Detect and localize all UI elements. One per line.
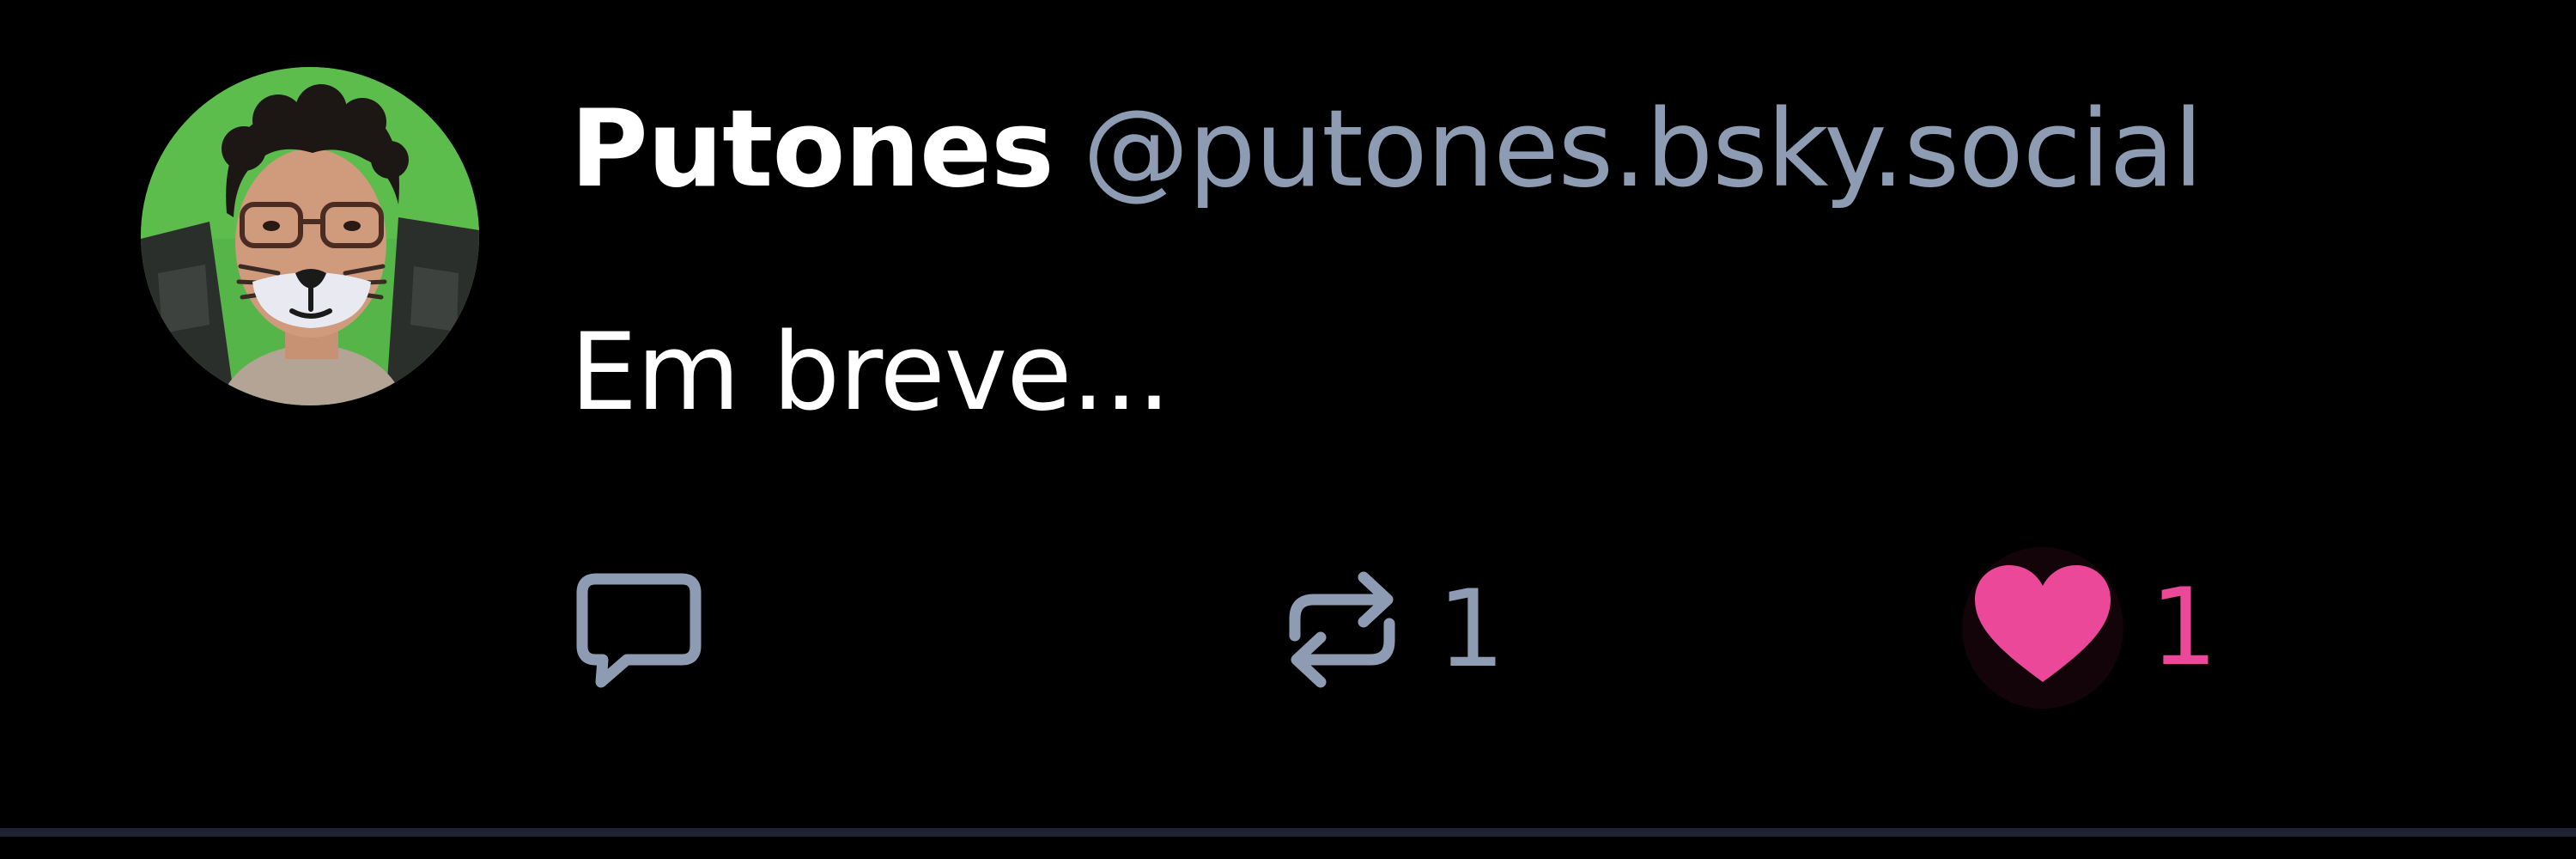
like-button[interactable]: 1 — [1961, 546, 2218, 710]
post-divider — [0, 828, 2576, 837]
author-handle[interactable]: @putones.bsky.social — [1083, 88, 2203, 211]
reply-bubble-icon — [570, 567, 708, 694]
repost-count: 1 — [1437, 568, 1505, 691]
avatar-image — [141, 67, 479, 405]
post-card[interactable]: Putones @putones.bsky.social Em breve... … — [0, 0, 2576, 828]
author-display-name[interactable]: Putones — [570, 88, 1054, 211]
like-count: 1 — [2150, 566, 2218, 690]
reply-button[interactable] — [570, 567, 708, 694]
repost-arrows-icon — [1278, 565, 1406, 694]
post-header: Putones @putones.bsky.social — [570, 96, 2203, 203]
heart-icon — [1961, 546, 2124, 710]
author-avatar[interactable] — [141, 67, 479, 405]
post-text: Em breve... — [570, 311, 1171, 435]
repost-button[interactable]: 1 — [1278, 565, 1505, 694]
